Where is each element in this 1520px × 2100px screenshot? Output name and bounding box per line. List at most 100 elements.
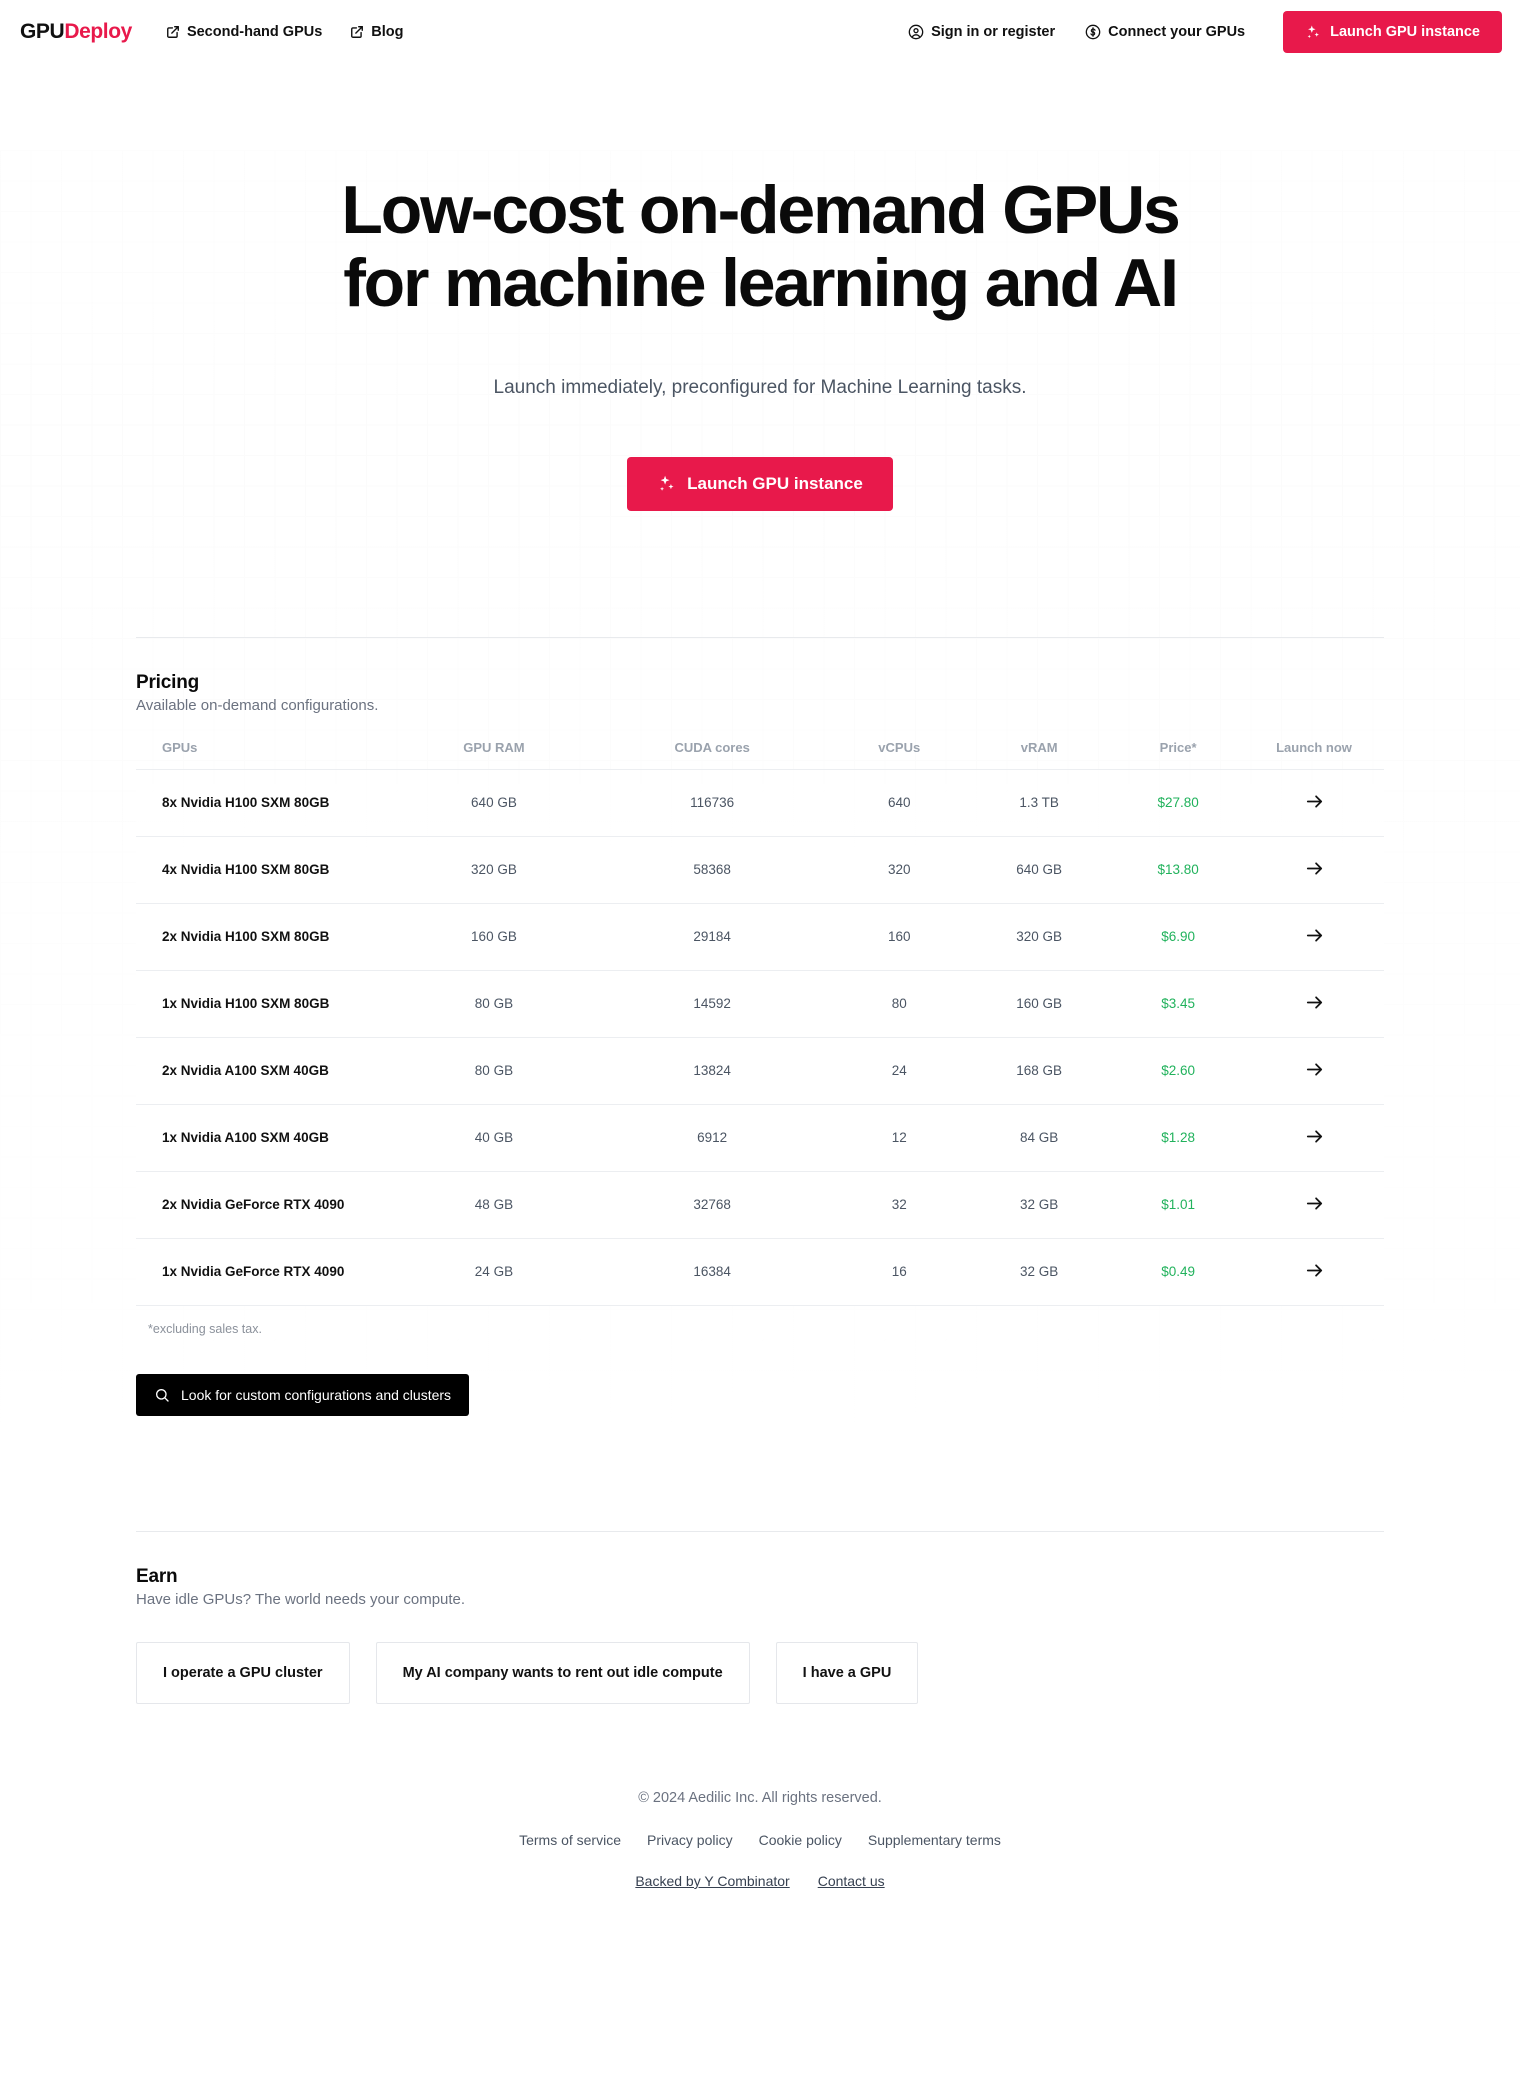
logo[interactable]: GPUDeploy — [20, 20, 132, 44]
header-launch-button-label: Launch GPU instance — [1330, 24, 1480, 40]
cell-vcpus: 16 — [832, 1237, 967, 1305]
table-row[interactable]: 2x Nvidia A100 SXM 40GB 80 GB 13824 24 168 G… — [136, 1036, 1384, 1105]
nav-item-sign-in[interactable]: Sign in or register — [908, 24, 1055, 40]
earn-card-list: I operate a GPU cluster My AI company wa… — [136, 1641, 1384, 1704]
cell-vram: 640 GB — [966, 835, 1113, 904]
cell-price: $6.90 — [1112, 902, 1244, 971]
cell-vram: 320 GB — [966, 902, 1113, 971]
cell-vcpus: 12 — [832, 1103, 967, 1172]
launch-now-button[interactable] — [1305, 792, 1324, 811]
cell-cuda-cores: 29184 — [591, 902, 833, 971]
pricing-table-head: GPUs GPU RAM CUDA cores vCPUs vRAM Price… — [136, 740, 1384, 770]
footer-link-contact-us[interactable]: Contact us — [818, 1873, 885, 1889]
pricing-table-wrapper: GPUs GPU RAM CUDA cores vCPUs vRAM Price… — [136, 740, 1384, 1306]
nav-item-blog[interactable]: Blog — [350, 24, 404, 40]
hero-title-line-1: Low-cost on-demand GPUs — [341, 172, 1180, 248]
dollar-circle-icon — [1085, 24, 1101, 40]
primary-nav: Second-hand GPUs Blog — [166, 24, 404, 40]
cell-price: $0.49 — [1112, 1237, 1244, 1305]
custom-configurations-search-button[interactable]: Look for custom configurations and clust… — [136, 1373, 470, 1416]
launch-now-button[interactable] — [1305, 926, 1324, 945]
nav-item-label: Blog — [371, 24, 404, 40]
cell-gpu-ram: 80 GB — [396, 1036, 592, 1105]
cell-gpu-ram: 80 GB — [396, 969, 592, 1038]
cell-vram: 84 GB — [966, 1103, 1113, 1172]
nav-item-label: Connect your GPUs — [1108, 24, 1246, 40]
external-link-icon — [350, 25, 364, 39]
hero-launch-gpu-instance-button[interactable]: Launch GPU instance — [627, 456, 893, 511]
cell-price: $1.28 — [1112, 1103, 1244, 1172]
table-row[interactable]: 1x Nvidia A100 SXM 40GB 40 GB 6912 12 84 GB $… — [136, 1103, 1384, 1172]
sparkles-icon — [657, 474, 676, 493]
cell-gpus: 1x Nvidia GeForce RTX 4090 — [136, 1237, 396, 1305]
nav-item-connect-gpus[interactable]: Connect your GPUs — [1085, 24, 1245, 40]
cell-vram: 168 GB — [966, 1036, 1113, 1105]
footer-link-privacy-policy[interactable]: Privacy policy — [647, 1832, 733, 1848]
launch-now-button[interactable] — [1305, 1127, 1324, 1146]
arrow-right-icon — [1305, 859, 1324, 878]
nav-item-second-hand-gpus[interactable]: Second-hand GPUs — [166, 24, 322, 40]
cell-gpus: 1x Nvidia H100 SXM 80GB — [136, 969, 396, 1038]
cell-launch — [1244, 1103, 1384, 1172]
pricing-table-body: 8x Nvidia H100 SXM 80GB 640 GB 116736 640 1.… — [136, 768, 1384, 1305]
footer-policy-links: Terms of service Privacy policy Cookie p… — [0, 1832, 1520, 1848]
table-row[interactable]: 1x Nvidia H100 SXM 80GB 80 GB 14592 80 160 G… — [136, 969, 1384, 1038]
cell-vcpus: 160 — [832, 902, 967, 971]
earn-card-operate-cluster[interactable]: I operate a GPU cluster — [136, 1641, 350, 1704]
cell-price: $3.45 — [1112, 969, 1244, 1038]
pricing-table-bottom-rule — [136, 1304, 1384, 1306]
cell-gpus: 4x Nvidia H100 SXM 80GB — [136, 835, 396, 904]
pricing-title: Pricing — [136, 671, 200, 693]
earn-card-rent-out-idle-compute[interactable]: My AI company wants to rent out idle com… — [375, 1641, 750, 1704]
cell-launch — [1244, 768, 1384, 837]
site-header: GPUDeploy Second-hand GPUs Blog Sign in … — [0, 0, 1520, 64]
user-circle-icon — [908, 24, 924, 40]
table-row[interactable]: 2x Nvidia H100 SXM 80GB 160 GB 29184 160 320… — [136, 902, 1384, 971]
cell-gpu-ram: 640 GB — [396, 768, 592, 837]
arrow-right-icon — [1305, 1060, 1324, 1079]
header-launch-gpu-instance-button[interactable]: Launch GPU instance — [1283, 11, 1502, 53]
arrow-right-icon — [1305, 1127, 1324, 1146]
cell-vram: 32 GB — [966, 1170, 1113, 1239]
cell-vcpus: 320 — [832, 835, 967, 904]
launch-now-button[interactable] — [1305, 1261, 1324, 1280]
cell-gpus: 1x Nvidia A100 SXM 40GB — [136, 1103, 396, 1172]
footer-link-cookie-policy[interactable]: Cookie policy — [759, 1832, 842, 1848]
secondary-nav: Sign in or register Connect your GPUs La… — [908, 11, 1502, 53]
table-row[interactable]: 2x Nvidia GeForce RTX 4090 48 GB 32768 32 32… — [136, 1170, 1384, 1239]
hero-cta-container: Launch GPU instance — [0, 456, 1520, 511]
launch-now-button[interactable] — [1305, 859, 1324, 878]
cell-gpus: 2x Nvidia H100 SXM 80GB — [136, 902, 396, 971]
cell-launch — [1244, 835, 1384, 904]
column-header-cuda-cores: CUDA cores — [674, 739, 750, 755]
launch-now-button[interactable] — [1305, 993, 1324, 1012]
table-row[interactable]: 4x Nvidia H100 SXM 80GB 320 GB 58368 320 640… — [136, 835, 1384, 904]
cell-launch — [1244, 1237, 1384, 1305]
table-row[interactable]: 1x Nvidia GeForce RTX 4090 24 GB 16384 16 32… — [136, 1237, 1384, 1305]
cell-cuda-cores: 116736 — [591, 768, 833, 837]
cell-gpu-ram: 160 GB — [396, 902, 592, 971]
footer-link-backed-by-y-combinator[interactable]: Backed by Y Combinator — [635, 1873, 789, 1889]
hero-subtitle: Launch immediately, preconfigured for Ma… — [493, 376, 1027, 398]
cell-launch — [1244, 1170, 1384, 1239]
pricing-table: GPUs GPU RAM CUDA cores vCPUs vRAM Price… — [136, 740, 1384, 1305]
arrow-right-icon — [1305, 1261, 1324, 1280]
footer-link-terms-of-service[interactable]: Terms of service — [519, 1832, 621, 1848]
logo-accent: Deploy — [64, 20, 132, 43]
sparkles-icon — [1305, 24, 1321, 40]
cell-launch — [1244, 969, 1384, 1038]
page-title: Low-cost on-demand GPUs for machine lear… — [0, 172, 1520, 321]
cell-cuda-cores: 6912 — [591, 1103, 833, 1172]
cell-vcpus: 24 — [832, 1036, 967, 1105]
cell-cuda-cores: 58368 — [591, 835, 833, 904]
cell-gpu-ram: 40 GB — [396, 1103, 592, 1172]
cell-launch — [1244, 1036, 1384, 1105]
cell-price: $27.80 — [1112, 768, 1244, 837]
launch-now-button[interactable] — [1305, 1060, 1324, 1079]
launch-now-button[interactable] — [1305, 1194, 1324, 1213]
table-row[interactable]: 8x Nvidia H100 SXM 80GB 640 GB 116736 640 1.… — [136, 768, 1384, 837]
footer-link-supplementary-terms[interactable]: Supplementary terms — [868, 1832, 1001, 1848]
cell-price: $2.60 — [1112, 1036, 1244, 1105]
hero-section: Low-cost on-demand GPUs for machine lear… — [0, 64, 1520, 511]
earn-card-i-have-a-gpu[interactable]: I have a GPU — [775, 1641, 919, 1704]
